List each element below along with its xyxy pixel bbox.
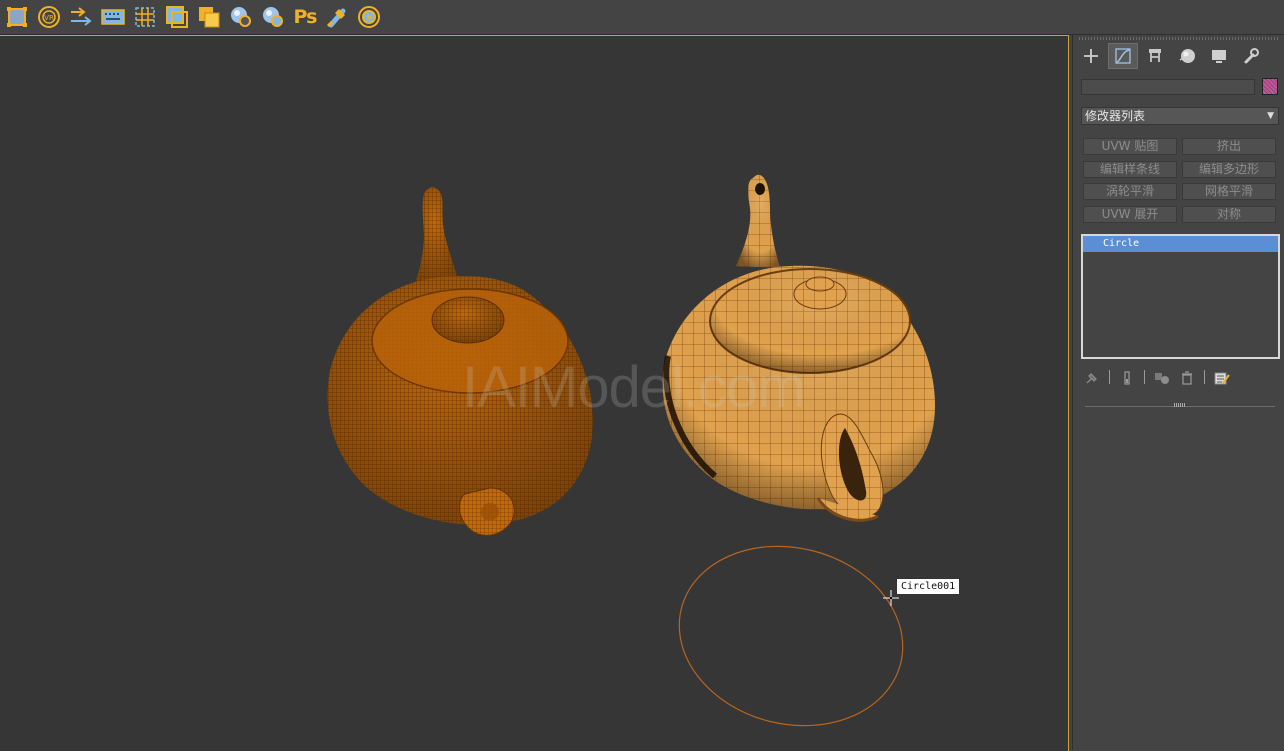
remove-modifier-icon[interactable] <box>1178 369 1196 387</box>
toolbar-separator <box>1144 370 1145 384</box>
command-panel: 修改器列表 ▼ UVW 贴图 挤出 编辑样条线 编辑多边形 涡轮平滑 网格平滑 … <box>1072 35 1284 750</box>
rollout-grip[interactable] <box>1174 403 1186 407</box>
symmetry-button[interactable]: 对称 <box>1182 206 1276 223</box>
modifier-list-label: 修改器列表 <box>1085 109 1146 123</box>
dropdown-arrow-icon: ▼ <box>1267 111 1274 121</box>
pin-stack-icon[interactable] <box>1083 369 1101 387</box>
unwrap-uvw-button[interactable]: UVW 展开 <box>1083 206 1177 223</box>
show-end-result-icon[interactable] <box>1118 369 1136 387</box>
edit-spline-button[interactable]: 编辑样条线 <box>1083 161 1177 178</box>
extrude-button[interactable]: 挤出 <box>1182 138 1276 155</box>
object-color-swatch[interactable] <box>1262 78 1278 95</box>
modifier-list-dropdown[interactable]: 修改器列表 ▼ <box>1081 107 1279 125</box>
uvw-map-button[interactable]: UVW 贴图 <box>1083 138 1177 155</box>
display-tab[interactable] <box>1204 43 1234 69</box>
main-toolbar: VR Ps <box>0 0 1284 35</box>
render-sphere-icon[interactable] <box>260 4 286 30</box>
vray-icon[interactable]: VR <box>36 4 62 30</box>
layers-icon[interactable] <box>196 4 222 30</box>
object-name-field[interactable] <box>1081 79 1255 95</box>
modify-tab[interactable] <box>1108 43 1138 69</box>
keyboard-icon[interactable] <box>100 4 126 30</box>
configure-sets-icon[interactable] <box>1213 369 1231 387</box>
create-tab[interactable] <box>1076 43 1106 69</box>
meshsmooth-button[interactable]: 网格平滑 <box>1182 183 1276 200</box>
motion-sphere-icon <box>1179 49 1195 63</box>
photoshop-icon[interactable]: Ps <box>292 4 318 30</box>
perspective-viewport[interactable]: IAIModel.com Circle001 <box>0 35 1069 751</box>
panel-grip[interactable] <box>1079 37 1279 40</box>
utilities-tab[interactable] <box>1236 43 1266 69</box>
material-sphere-icon[interactable] <box>228 4 254 30</box>
monitor-icon <box>1212 50 1226 63</box>
hierarchy-icon <box>1149 49 1161 62</box>
stack-item-circle[interactable]: Circle <box>1083 236 1278 252</box>
toolbar-separator <box>1109 370 1110 384</box>
hierarchy-tab[interactable] <box>1140 43 1170 69</box>
svg-text:VR: VR <box>44 14 54 22</box>
edit-poly-button[interactable]: 编辑多边形 <box>1182 161 1276 178</box>
motion-tab[interactable] <box>1172 43 1202 69</box>
object-tooltip: Circle001 <box>896 578 961 595</box>
plus-icon <box>1084 49 1098 63</box>
toolbar-separator <box>1204 370 1205 384</box>
watermark-text: IAIModel.com <box>462 355 806 420</box>
teapot-coarse-mesh[interactable] <box>662 174 935 522</box>
turbosmooth-button[interactable]: 涡轮平滑 <box>1083 183 1177 200</box>
clone-frame-icon[interactable] <box>164 4 190 30</box>
wrench-icon <box>1244 48 1259 64</box>
modify-curve-icon <box>1115 48 1131 64</box>
paint-brush-icon[interactable] <box>324 4 350 30</box>
select-region-icon[interactable] <box>4 4 30 30</box>
target-icon[interactable] <box>356 4 382 30</box>
link-arrows-icon[interactable] <box>68 4 94 30</box>
grid-select-icon[interactable] <box>132 4 158 30</box>
modifier-stack[interactable]: Circle <box>1081 234 1280 359</box>
make-unique-icon[interactable] <box>1153 369 1171 387</box>
circle-spline[interactable] <box>660 523 922 748</box>
